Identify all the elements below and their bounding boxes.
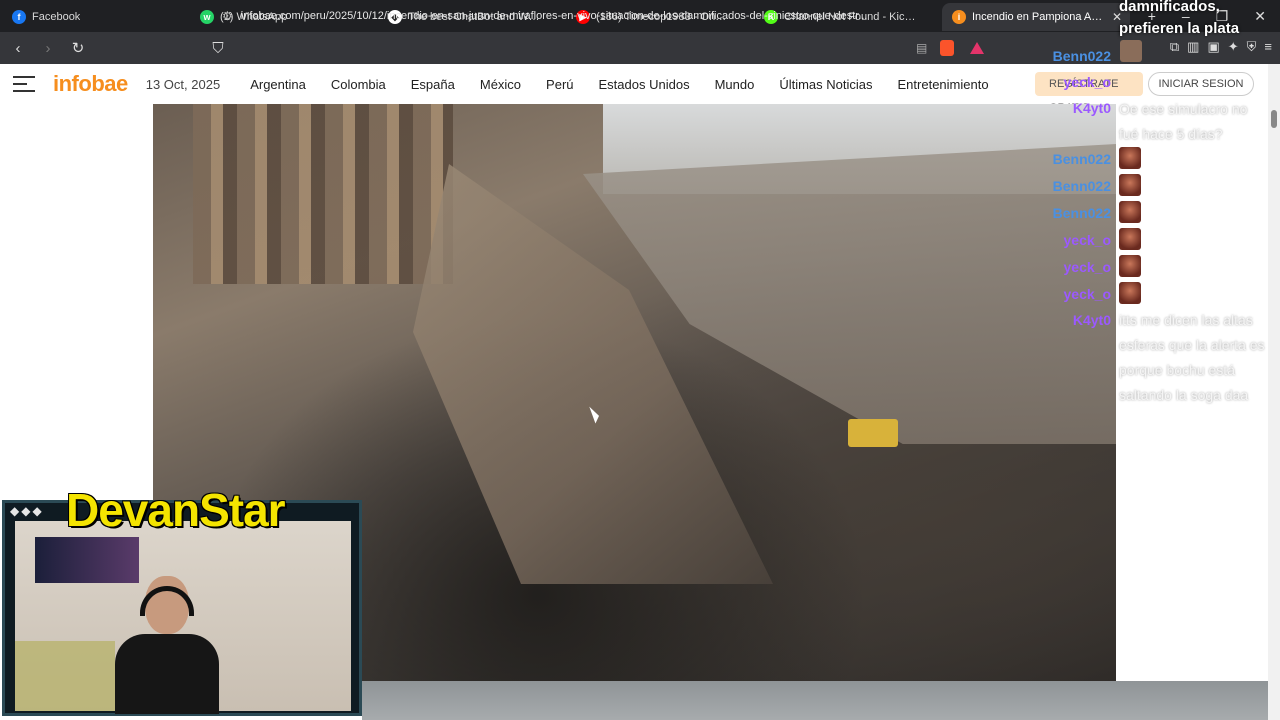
chat-emote-icon	[1119, 174, 1141, 196]
chat-username: Benn022	[1052, 151, 1111, 167]
scrollbar-thumb[interactable]	[1271, 110, 1277, 128]
page-bottom-area	[362, 681, 1268, 720]
chat-username: yeck_o	[1063, 74, 1111, 90]
forward-icon[interactable]: ›	[36, 36, 60, 60]
nav-link[interactable]: Entretenimiento	[898, 77, 989, 92]
page-scrollbar[interactable]	[1268, 64, 1280, 720]
nav-link[interactable]: México	[480, 77, 521, 92]
bookmark-icon[interactable]: ⛉	[206, 36, 230, 60]
leo-icon[interactable]: ✦	[1228, 39, 1239, 55]
chat-username: Benn022	[1052, 178, 1111, 194]
nav-link[interactable]: Estados Unidos	[599, 77, 690, 92]
nav-link[interactable]: Perú	[546, 77, 573, 92]
nav-link[interactable]: Últimas Noticias	[779, 77, 872, 92]
chat-emote-icon	[1119, 228, 1141, 250]
site-info-icon[interactable]: ⚙	[222, 9, 233, 23]
reload-icon[interactable]: ↻	[66, 36, 90, 60]
site-logo[interactable]: infobae	[53, 71, 128, 97]
chat-avatar	[1120, 40, 1142, 62]
streamer-person	[110, 576, 220, 714]
wallet-icon[interactable]: ▣	[1207, 39, 1219, 55]
section-nav: Argentina Colombia España México Perú Estados…	[250, 77, 988, 92]
menu-hamburger-icon[interactable]	[13, 76, 35, 92]
back-icon[interactable]: ‹	[6, 36, 30, 60]
chat-username: yeck_o	[1063, 286, 1111, 302]
address-bar[interactable]: ⚙ infobae.com/peru/2025/10/12/incendio-e…	[222, 4, 992, 28]
toolbar-icons: ⧉ ▥ ▣ ✦ ⛨ ≡	[1170, 39, 1272, 55]
chat-top-message: damnificados, prefieren la plata	[1119, 0, 1240, 37]
header-date: 13 Oct, 2025	[145, 76, 221, 92]
chat-emote-icon	[1119, 147, 1141, 169]
chat-username: Benn022	[1052, 48, 1111, 64]
chat-username: yeck_o	[1063, 259, 1111, 275]
photo-shacks	[193, 104, 453, 284]
tab-favicon-icon: w	[200, 10, 214, 24]
nav-link[interactable]: Colombia	[331, 77, 386, 92]
chat-message: itts me dicen las altas esferas que la a…	[1119, 312, 1265, 403]
chat-username: K4yt0	[1072, 312, 1111, 328]
reader-mode-icon[interactable]: ▤	[916, 41, 927, 55]
tab-title: Facebook	[32, 11, 81, 23]
sidebar-icon[interactable]: ▥	[1187, 39, 1199, 55]
nav-link[interactable]: Mundo	[715, 77, 755, 92]
photo-bulldozer	[848, 419, 898, 447]
nav-link[interactable]: España	[411, 77, 455, 92]
chat-emote-icon	[1119, 201, 1141, 223]
login-button[interactable]: INICIAR SESION	[1148, 72, 1254, 96]
extensions-icon[interactable]: ⧉	[1170, 39, 1179, 55]
vpn-icon[interactable]: ⛨	[1247, 39, 1257, 55]
nav-link[interactable]: Argentina	[250, 77, 306, 92]
brave-rewards-icon[interactable]	[970, 42, 984, 54]
chat-username: K4yt0	[1072, 100, 1111, 116]
webcam-video	[15, 521, 351, 714]
tab-favicon-icon: f	[12, 10, 26, 24]
browser-tab[interactable]: f Facebook	[2, 3, 190, 31]
chat-username: yeck_o	[1063, 232, 1111, 248]
chat-username: Benn022	[1052, 205, 1111, 221]
chat-emote-icon	[1119, 255, 1141, 277]
chat-message: Oe ese simulacro no fué hace 5 días?	[1119, 101, 1248, 142]
brave-shields-icon[interactable]	[940, 40, 954, 56]
url-text: infobae.com/peru/2025/10/12/incendio-en-…	[240, 10, 868, 22]
person-body	[115, 634, 219, 714]
sofa	[15, 641, 115, 711]
overlay-decoration-icon: ◆◆◆	[10, 504, 44, 518]
menu-icon[interactable]: ≡	[1264, 39, 1272, 55]
streamer-name: DevanStar	[66, 484, 286, 536]
chat-emote-icon	[1119, 282, 1141, 304]
